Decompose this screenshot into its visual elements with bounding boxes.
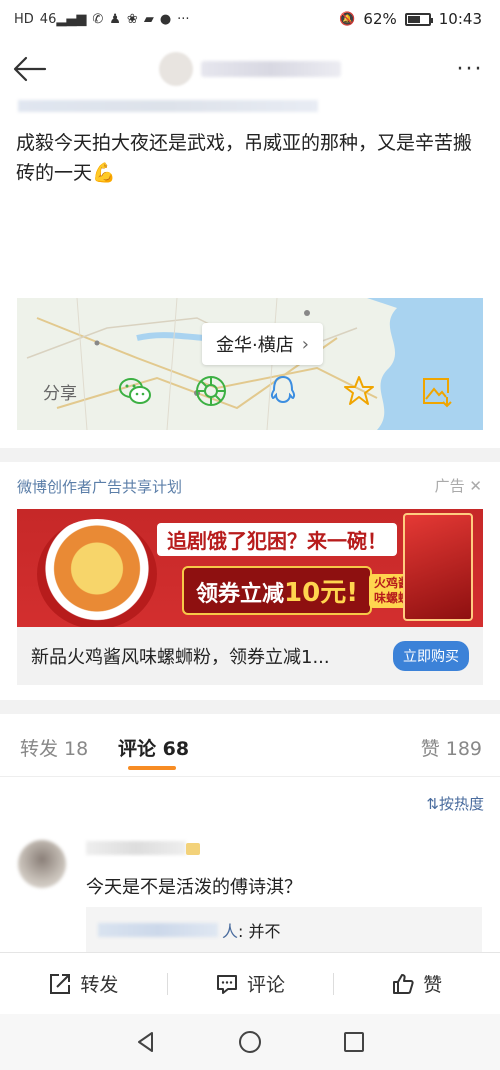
chevron-right-icon: › bbox=[301, 333, 309, 355]
save-image-icon[interactable] bbox=[418, 373, 454, 409]
close-icon[interactable]: ✕ bbox=[469, 477, 482, 495]
post-card: 成毅今天拍大夜还是武戏，吊威亚的那种，又是辛苦搬砖的一天💪 金华·横店 › 分享 bbox=[0, 100, 500, 448]
interaction-tabs: 转发 18 评论 68 赞 189 bbox=[0, 714, 500, 776]
clock: 10:43 bbox=[438, 10, 482, 28]
system-navigation-bar bbox=[0, 1014, 500, 1070]
message-icon: ● bbox=[159, 11, 172, 27]
member-badge-icon bbox=[186, 843, 200, 855]
ad-program-title[interactable]: 微博创作者广告共享计划 bbox=[17, 476, 182, 497]
comment-reply[interactable]: 人 : 并不 bbox=[86, 907, 482, 953]
location-map[interactable]: 金华·横店 › bbox=[17, 298, 483, 430]
comment-text[interactable]: 今天是不是活泼的傅诗淇？ bbox=[86, 873, 302, 899]
battery-icon bbox=[404, 12, 433, 26]
commenter-name-redacted[interactable] bbox=[86, 841, 186, 855]
location-label[interactable]: 金华·横店 › bbox=[202, 323, 323, 365]
battery-percent: 62% bbox=[363, 10, 397, 28]
more-options-button[interactable]: ··· bbox=[440, 57, 500, 82]
back-button[interactable] bbox=[0, 38, 60, 100]
tab-comment[interactable]: 评论 68 bbox=[118, 734, 189, 761]
ad-coupon: 领券立减10元! bbox=[182, 566, 373, 615]
comment-button[interactable]: 评论 bbox=[166, 953, 334, 1014]
ad-footer[interactable]: 新品火鸡酱风味螺蛳粉，领券立减1... 立即购买 bbox=[17, 627, 483, 685]
missed-call-icon: ✆ bbox=[92, 11, 104, 27]
ad-card[interactable]: 微博创作者广告共享计划 广告 ✕ 追剧饿了犯困？来一碗！ 领券立减10元! 火鸡… bbox=[0, 462, 500, 700]
status-bar: HD 46▂▄▆ ✆ ♟ ❀ ▰ ● ··· 🔕 62% 10:43 bbox=[0, 0, 500, 38]
share-row: 分享 bbox=[0, 370, 500, 410]
repost-button[interactable]: 转发 bbox=[0, 953, 167, 1014]
ad-slogan: 追剧饿了犯困？来一碗！ bbox=[157, 523, 397, 556]
ad-banner-image[interactable]: 追剧饿了犯困？来一碗！ 领券立减10元! 火鸡酱风味螺蛳粉 bbox=[17, 509, 483, 627]
thumbs-up-icon bbox=[393, 973, 414, 994]
author-avatar[interactable] bbox=[159, 52, 193, 86]
signal-icon: 46▂▄▆ bbox=[39, 11, 87, 27]
repost-icon bbox=[50, 973, 71, 994]
bottom-action-bar: 转发 评论 赞 bbox=[0, 952, 500, 1014]
commenter-avatar[interactable] bbox=[18, 840, 66, 888]
nav-home-icon[interactable] bbox=[238, 1030, 262, 1054]
mute-icon: 🔕 bbox=[339, 11, 356, 27]
wechat-icon[interactable] bbox=[117, 373, 153, 409]
share-label: 分享 bbox=[43, 384, 77, 404]
sort-by-hot-button[interactable]: ⇅按热度 bbox=[426, 793, 484, 814]
sort-icon: ⇅ bbox=[426, 795, 439, 813]
favorite-star-icon[interactable] bbox=[341, 373, 377, 409]
qq-icon[interactable] bbox=[265, 373, 301, 409]
hd-icon: HD bbox=[14, 11, 34, 27]
author-name-redacted bbox=[201, 61, 341, 77]
nav-back-icon[interactable] bbox=[134, 1030, 158, 1054]
ad-label[interactable]: 广告 ✕ bbox=[435, 475, 482, 496]
flexed-biceps-emoji: 💪 bbox=[92, 162, 116, 184]
nav-recents-icon[interactable] bbox=[342, 1030, 366, 1054]
comment-icon bbox=[217, 974, 237, 994]
reply-author-redacted bbox=[98, 923, 218, 937]
app-notification-icon: ▰ bbox=[143, 11, 154, 27]
comment-list: ⇅按热度 今天是不是活泼的傅诗淇？ 人 : 并不 bbox=[0, 776, 500, 953]
buy-now-button[interactable]: 立即购买 bbox=[393, 641, 469, 671]
author-header[interactable] bbox=[60, 52, 440, 86]
baidu-icon: ❀ bbox=[126, 11, 138, 27]
top-nav-bar: ··· bbox=[0, 38, 500, 100]
active-tab-indicator bbox=[128, 766, 176, 770]
post-meta-redacted bbox=[18, 100, 318, 112]
qq-notification-icon: ♟ bbox=[109, 11, 121, 27]
noodle-bowl-image bbox=[37, 519, 157, 627]
back-arrow-icon bbox=[13, 56, 47, 82]
tab-repost[interactable]: 转发 18 bbox=[20, 734, 88, 761]
tab-like[interactable]: 赞 189 bbox=[421, 734, 482, 761]
like-button[interactable]: 赞 bbox=[333, 953, 500, 1014]
post-text: 成毅今天拍大夜还是武戏，吊威亚的那种，又是辛苦搬砖的一天💪 bbox=[16, 132, 473, 184]
ad-description: 新品火鸡酱风味螺蛳粉，领券立减1... bbox=[31, 647, 330, 668]
more-notifications-icon: ··· bbox=[177, 11, 190, 27]
product-package-image bbox=[403, 513, 473, 621]
moments-icon[interactable] bbox=[193, 373, 229, 409]
